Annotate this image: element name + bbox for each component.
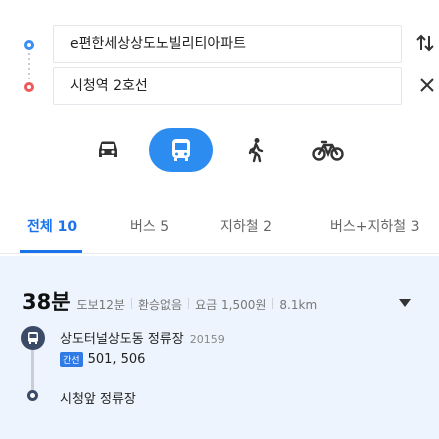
- destination-marker-icon: [27, 390, 38, 401]
- boarding-stop-name: 상도터널상도동 정류장: [60, 332, 184, 347]
- route-filter-tabs: 전체 10 버스 5 지하철 2 버스+지하철 3: [0, 198, 439, 254]
- bus-type-badge: 간선: [60, 352, 83, 367]
- swap-vertical-icon[interactable]: [414, 32, 436, 54]
- route-panel: e편한세상상도노빌리티아파트 시청역 2호선: [0, 0, 439, 118]
- start-location-input[interactable]: e편한세상상도노빌리티아파트: [53, 25, 402, 63]
- close-icon[interactable]: [418, 76, 436, 94]
- walk-time: 도보12분: [76, 298, 125, 312]
- tab-bus[interactable]: 버스 5: [130, 216, 169, 236]
- transport-mode-selector: [0, 128, 439, 172]
- bicycle-icon: [312, 140, 344, 161]
- mode-bicycle-button[interactable]: [296, 128, 360, 172]
- bus-stop-icon: [21, 326, 45, 350]
- tab-all[interactable]: 전체 10: [27, 216, 77, 236]
- tab-bus-subway[interactable]: 버스+지하철 3: [330, 216, 420, 236]
- mode-car-button[interactable]: [76, 128, 140, 172]
- boarding-stop: 상도터널상도동 정류장 20159: [60, 328, 225, 347]
- distance: 8.1km: [279, 298, 318, 312]
- route-connector: [28, 53, 30, 79]
- mode-walk-button[interactable]: [224, 128, 288, 172]
- fare: 요금 1,500원: [195, 298, 267, 312]
- route-summary: 38분 도보12분 환승없음 요금 1,500원 8.1km: [22, 286, 317, 316]
- chevron-down-icon[interactable]: [398, 298, 412, 308]
- bus-numbers: 501, 506: [87, 352, 146, 367]
- end-location-input[interactable]: 시청역 2호선: [53, 67, 402, 105]
- boarding-stop-code: 20159: [189, 333, 225, 346]
- bus-route-info: 간선 501, 506: [60, 352, 145, 367]
- end-marker-icon: [24, 82, 34, 92]
- travel-time: 38분: [22, 290, 71, 314]
- divider: [130, 298, 132, 309]
- mode-bus-button[interactable]: [149, 128, 213, 172]
- active-tab-indicator: [20, 250, 82, 253]
- transfer-count: 환승없음: [137, 298, 183, 312]
- start-marker-icon: [24, 40, 34, 50]
- walk-icon: [248, 138, 264, 163]
- car-icon: [99, 141, 117, 157]
- bus-icon: [172, 139, 190, 161]
- divider: [188, 298, 190, 309]
- alighting-stop: 시청앞 정류장: [60, 392, 136, 407]
- divider: [272, 298, 274, 309]
- route-result-card[interactable]: 38분 도보12분 환승없음 요금 1,500원 8.1km 상도터널상도동 정…: [0, 256, 439, 439]
- tab-subway[interactable]: 지하철 2: [220, 216, 272, 236]
